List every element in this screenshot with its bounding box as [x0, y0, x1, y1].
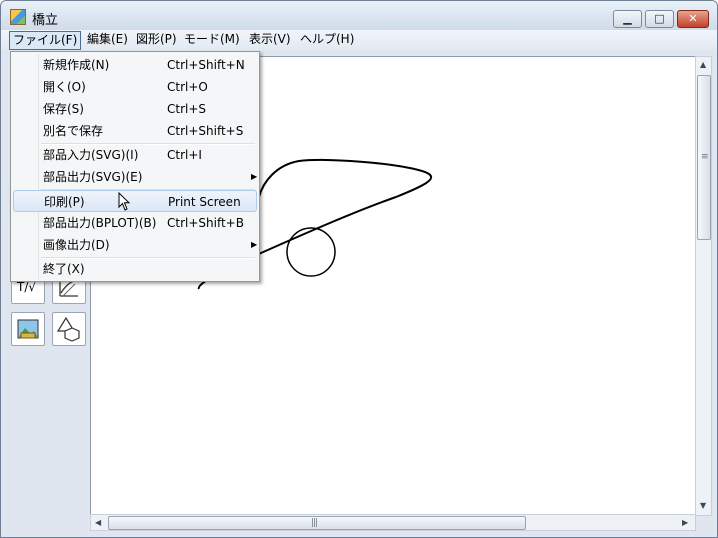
menu-new[interactable]: 新規作成(N) Ctrl+Shift+N [13, 54, 257, 76]
menu-help[interactable]: ヘルプ(H) [297, 31, 357, 50]
menu-item-shortcut: Ctrl+I [167, 148, 202, 162]
file-menu-dropdown: 新規作成(N) Ctrl+Shift+N 開く(O) Ctrl+O 保存(S) … [10, 51, 260, 282]
menu-item-label: 部品出力(SVG)(E) [43, 170, 143, 184]
vertical-scrollbar[interactable]: ▲ ≡ ▼ [695, 56, 712, 516]
menu-item-label: 保存(S) [43, 102, 84, 116]
menu-item-shortcut: Ctrl+Shift+S [167, 124, 244, 138]
submenu-arrow-icon: ▶ [251, 172, 258, 181]
scroll-right-icon[interactable]: ▶ [682, 518, 688, 527]
menu-item-label: 画像出力(D) [43, 238, 110, 252]
menu-item-label: 印刷(P) [44, 195, 85, 209]
app-logo-icon [10, 9, 26, 25]
menu-print[interactable]: 印刷(P) Print Screen [13, 190, 257, 212]
app-window: 橋立 ▁ □ ✕ ファイル(F) 編集(E) 図形(P) モード(M) 表示(V… [0, 0, 718, 538]
menu-shape[interactable]: 図形(P) [133, 31, 180, 50]
menu-file[interactable]: ファイル(F) [9, 31, 82, 50]
window-title: 橋立 [32, 13, 59, 28]
menu-item-shortcut: Print Screen [168, 195, 241, 209]
scroll-down-icon[interactable]: ▼ [700, 501, 706, 510]
horizontal-grip-icon: ||| [311, 518, 318, 528]
vertical-grip-icon: ≡ [701, 152, 708, 162]
menu-save-as[interactable]: 別名で保存 Ctrl+Shift+S [13, 120, 257, 142]
shapes-icon [56, 316, 80, 342]
title-bar[interactable]: 橋立 ▁ □ ✕ [1, 1, 717, 31]
menu-item-label: 部品出力(BPLOT)(B) [43, 216, 157, 230]
vertical-scroll-thumb[interactable]: ≡ [697, 75, 711, 240]
menu-item-shortcut: Ctrl+S [167, 102, 207, 116]
scroll-up-icon[interactable]: ▲ [700, 60, 706, 69]
close-button[interactable]: ✕ [677, 10, 709, 28]
menu-mode[interactable]: モード(M) [181, 31, 243, 50]
menu-item-label: 部品入力(SVG)(I) [43, 148, 139, 162]
horizontal-scroll-thumb[interactable]: ||| [108, 516, 526, 530]
scroll-left-icon[interactable]: ◀ [95, 518, 101, 527]
shapes-tool-button[interactable] [52, 312, 86, 346]
menu-item-label: 別名で保存 [43, 124, 104, 138]
text-math-icon: T/√ [17, 280, 37, 294]
menu-bar: ファイル(F) 編集(E) 図形(P) モード(M) 表示(V) ヘルプ(H) [1, 30, 717, 50]
horizontal-scrollbar[interactable]: ◀ ||| ▶ [90, 514, 696, 531]
maximize-button[interactable]: □ [645, 10, 674, 28]
mouse-pointer-icon [118, 192, 131, 211]
menu-item-label: 終了(X) [43, 262, 85, 276]
image-tool-button[interactable] [11, 312, 45, 346]
menu-export-image[interactable]: 画像出力(D) ▶ [13, 234, 257, 256]
menu-save[interactable]: 保存(S) Ctrl+S [13, 98, 257, 120]
submenu-arrow-icon: ▶ [251, 240, 258, 249]
menu-view[interactable]: 表示(V) [246, 31, 294, 50]
menu-exit[interactable]: 終了(X) [13, 258, 257, 280]
menu-item-label: 開く(O) [43, 80, 86, 94]
menu-item-shortcut: Ctrl+Shift+N [167, 58, 245, 72]
image-icon [17, 319, 39, 339]
menu-item-shortcut: Ctrl+Shift+B [167, 216, 244, 230]
circle-shape[interactable] [286, 227, 336, 277]
menu-import-svg[interactable]: 部品入力(SVG)(I) Ctrl+I [13, 144, 257, 166]
menu-edit[interactable]: 編集(E) [84, 31, 131, 50]
minimize-button[interactable]: ▁ [613, 10, 642, 28]
menu-export-bplot[interactable]: 部品出力(BPLOT)(B) Ctrl+Shift+B [13, 212, 257, 234]
menu-export-svg[interactable]: 部品出力(SVG)(E) ▶ [13, 166, 257, 188]
menu-open[interactable]: 開く(O) Ctrl+O [13, 76, 257, 98]
menu-item-label: 新規作成(N) [43, 58, 110, 72]
menu-item-shortcut: Ctrl+O [167, 80, 208, 94]
